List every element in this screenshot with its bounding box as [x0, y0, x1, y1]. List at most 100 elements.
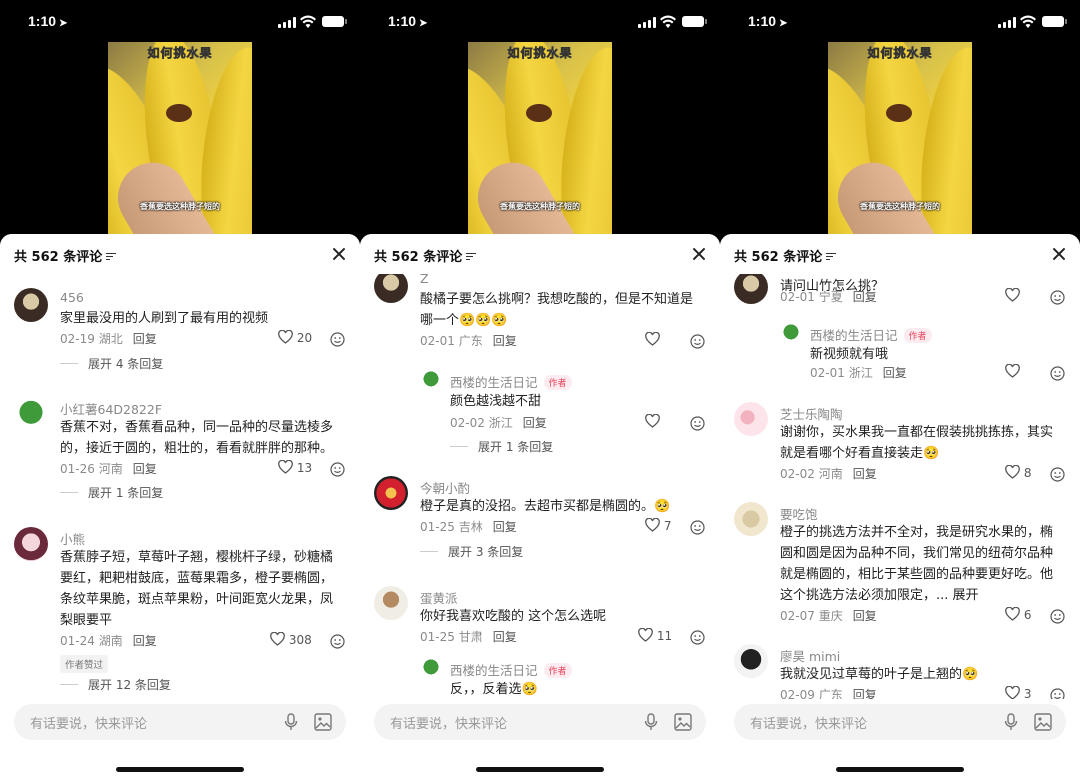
comment-list[interactable]: 456 家里最没用的人刷到了最有用的视频 02-19 湖北 回复 20 展开 4 条回复… — [0, 274, 360, 699]
sort-filter-icon[interactable] — [826, 252, 837, 261]
close-icon[interactable] — [332, 247, 346, 261]
heart-icon[interactable] — [278, 329, 293, 344]
comment-count-title[interactable]: 共 562 条评论 — [374, 246, 477, 265]
expand-replies-button[interactable]: 展开 3 条回复 — [420, 543, 523, 560]
like-button[interactable] — [1005, 287, 1020, 303]
reply-button[interactable]: 回复 — [853, 290, 877, 304]
heart-icon[interactable] — [645, 517, 660, 532]
comment-username[interactable]: 西楼的生活日记 作者 — [450, 372, 572, 391]
reply-button[interactable]: 回复 — [493, 520, 517, 534]
avatar[interactable] — [14, 397, 48, 431]
comment-item[interactable]: 456 家里最没用的人刷到了最有用的视频 02-19 湖北 回复 20 展开 4 条回复 — [0, 282, 360, 402]
comment-item[interactable]: 小熊 香蕉脖子短，草莓叶子翘，樱桃杆子绿，砂糖橘 要红，耙耙柑鼓底，蓝莓果霜多，橙子… — [0, 521, 360, 692]
heart-icon[interactable] — [1005, 606, 1020, 621]
heart-icon[interactable] — [638, 627, 653, 642]
video-player[interactable]: 如何挑水果 香蕉要选这种脖子短的 — [468, 42, 612, 238]
reply-item[interactable]: 西楼的生活日记 作者 反，，反着选🥺 — [360, 651, 720, 699]
comment-username[interactable]: 西楼的生活日记 作者 — [810, 325, 932, 344]
avatar[interactable] — [734, 402, 768, 436]
avatar[interactable] — [374, 586, 408, 620]
comment-username[interactable]: 廖昊 mimi — [780, 646, 840, 665]
comment-username[interactable]: 西楼的生活日记 作者 — [450, 660, 572, 679]
like-button[interactable]: 308 — [270, 631, 312, 647]
comment-username[interactable]: 要吃饱 — [780, 504, 818, 523]
reply-button[interactable]: 回复 — [133, 332, 157, 346]
emoji-reaction-icon[interactable] — [1050, 688, 1065, 699]
comment-username[interactable]: 今朝小酌 — [420, 478, 470, 497]
comment-list[interactable]: Z 酸橘子要怎么挑啊？我想吃酸的，但是不知道是 哪一个🥺🥺🥺 02-01 广东 回复 西… — [360, 274, 720, 699]
emoji-reaction-icon[interactable] — [330, 332, 345, 347]
emoji-reaction-icon[interactable] — [690, 416, 705, 431]
image-icon[interactable] — [1034, 713, 1052, 731]
heart-icon[interactable] — [1005, 685, 1020, 699]
like-button[interactable]: 3 — [1005, 685, 1031, 699]
like-button[interactable] — [645, 331, 660, 347]
comment-username[interactable]: 芝士乐陶陶 — [780, 404, 843, 423]
comment-count-title[interactable]: 共 562 条评论 — [734, 246, 837, 265]
avatar[interactable] — [420, 657, 442, 679]
comment-item[interactable]: 要吃饱 橙子的挑选方法并不全对，我是研究水果的，椭 圆和圆是因为品种不同，我们常见的… — [720, 496, 1080, 624]
expand-replies-button[interactable]: 展开 1 条回复 — [60, 484, 163, 501]
avatar[interactable] — [734, 502, 768, 536]
reply-button[interactable]: 回复 — [493, 630, 517, 644]
reply-button[interactable]: 回复 — [133, 462, 157, 476]
comment-input[interactable]: 有话要说，快来评论 — [374, 704, 706, 740]
heart-icon[interactable] — [645, 413, 660, 428]
comment-username[interactable]: 456 — [60, 290, 84, 305]
reply-button[interactable]: 回复 — [853, 609, 877, 623]
like-button[interactable]: 8 — [1005, 464, 1031, 480]
like-button[interactable]: 11 — [638, 627, 672, 643]
video-player[interactable]: 如何挑水果 香蕉要选这种脖子短的 — [828, 42, 972, 238]
heart-icon[interactable] — [270, 631, 285, 646]
microphone-icon[interactable] — [1004, 713, 1018, 731]
heart-icon[interactable] — [278, 459, 293, 474]
avatar[interactable] — [734, 644, 768, 678]
emoji-reaction-icon[interactable] — [690, 520, 705, 535]
avatar[interactable] — [420, 369, 442, 391]
image-icon[interactable] — [674, 713, 692, 731]
avatar[interactable] — [14, 527, 48, 561]
emoji-reaction-icon[interactable] — [1050, 290, 1065, 305]
comment-item[interactable]: 廖昊 mimi 我就没见过草莓的叶子是上翘的🥺 02-09 广东 回复 3 — [720, 638, 1080, 699]
comment-username[interactable]: Z — [420, 274, 429, 286]
like-button[interactable]: 7 — [645, 517, 671, 533]
comment-username[interactable]: 小熊 — [60, 529, 85, 548]
like-button[interactable]: 13 — [278, 459, 312, 475]
avatar[interactable] — [374, 274, 408, 303]
emoji-reaction-icon[interactable] — [1050, 609, 1065, 624]
reply-button[interactable]: 回复 — [883, 366, 907, 380]
emoji-reaction-icon[interactable] — [330, 462, 345, 477]
comment-list[interactable]: 请问山竹怎么挑？ 02-01 宁夏 回复 西楼的生活日记 作者 新视频就有哦 02-01 … — [720, 274, 1080, 699]
comment-count-title[interactable]: 共 562 条评论 — [14, 246, 117, 265]
heart-icon[interactable] — [1005, 363, 1020, 378]
like-button[interactable]: 20 — [278, 329, 312, 345]
reply-item[interactable]: 西楼的生活日记 作者 颜色越浅越不甜 02-02 浙江 回复 展开 1 条回复 — [360, 363, 720, 483]
expand-replies-button[interactable]: 展开 1 条回复 — [450, 438, 553, 455]
microphone-icon[interactable] — [284, 713, 298, 731]
avatar[interactable] — [374, 476, 408, 510]
sort-filter-icon[interactable] — [466, 252, 477, 261]
like-button[interactable] — [645, 413, 660, 429]
heart-icon[interactable] — [1005, 464, 1020, 479]
reply-button[interactable]: 回复 — [133, 634, 157, 648]
emoji-reaction-icon[interactable] — [330, 634, 345, 649]
heart-icon[interactable] — [645, 331, 660, 346]
comment-input[interactable]: 有话要说，快来评论 — [734, 704, 1066, 740]
avatar[interactable] — [734, 274, 768, 304]
microphone-icon[interactable] — [644, 713, 658, 731]
video-player[interactable]: 如何挑水果 香蕉要选这种脖子短的 — [108, 42, 252, 238]
reply-button[interactable]: 回复 — [493, 334, 517, 348]
reply-button[interactable]: 回复 — [853, 467, 877, 481]
heart-icon[interactable] — [1005, 287, 1020, 302]
sort-filter-icon[interactable] — [106, 252, 117, 261]
comment-username[interactable]: 蛋黄派 — [420, 588, 458, 607]
image-icon[interactable] — [314, 713, 332, 731]
close-icon[interactable] — [692, 247, 706, 261]
emoji-reaction-icon[interactable] — [690, 334, 705, 349]
like-button[interactable]: 6 — [1005, 606, 1031, 622]
avatar[interactable] — [780, 322, 802, 344]
close-icon[interactable] — [1052, 247, 1066, 261]
emoji-reaction-icon[interactable] — [1050, 366, 1065, 381]
comment-item[interactable]: 小红薯64D2822F 香蕉不对，香蕉看品种，同一品种的尽量选棱多 的，接近于圆的，… — [0, 391, 360, 511]
expand-replies-button[interactable]: 展开 12 条回复 — [60, 676, 171, 693]
